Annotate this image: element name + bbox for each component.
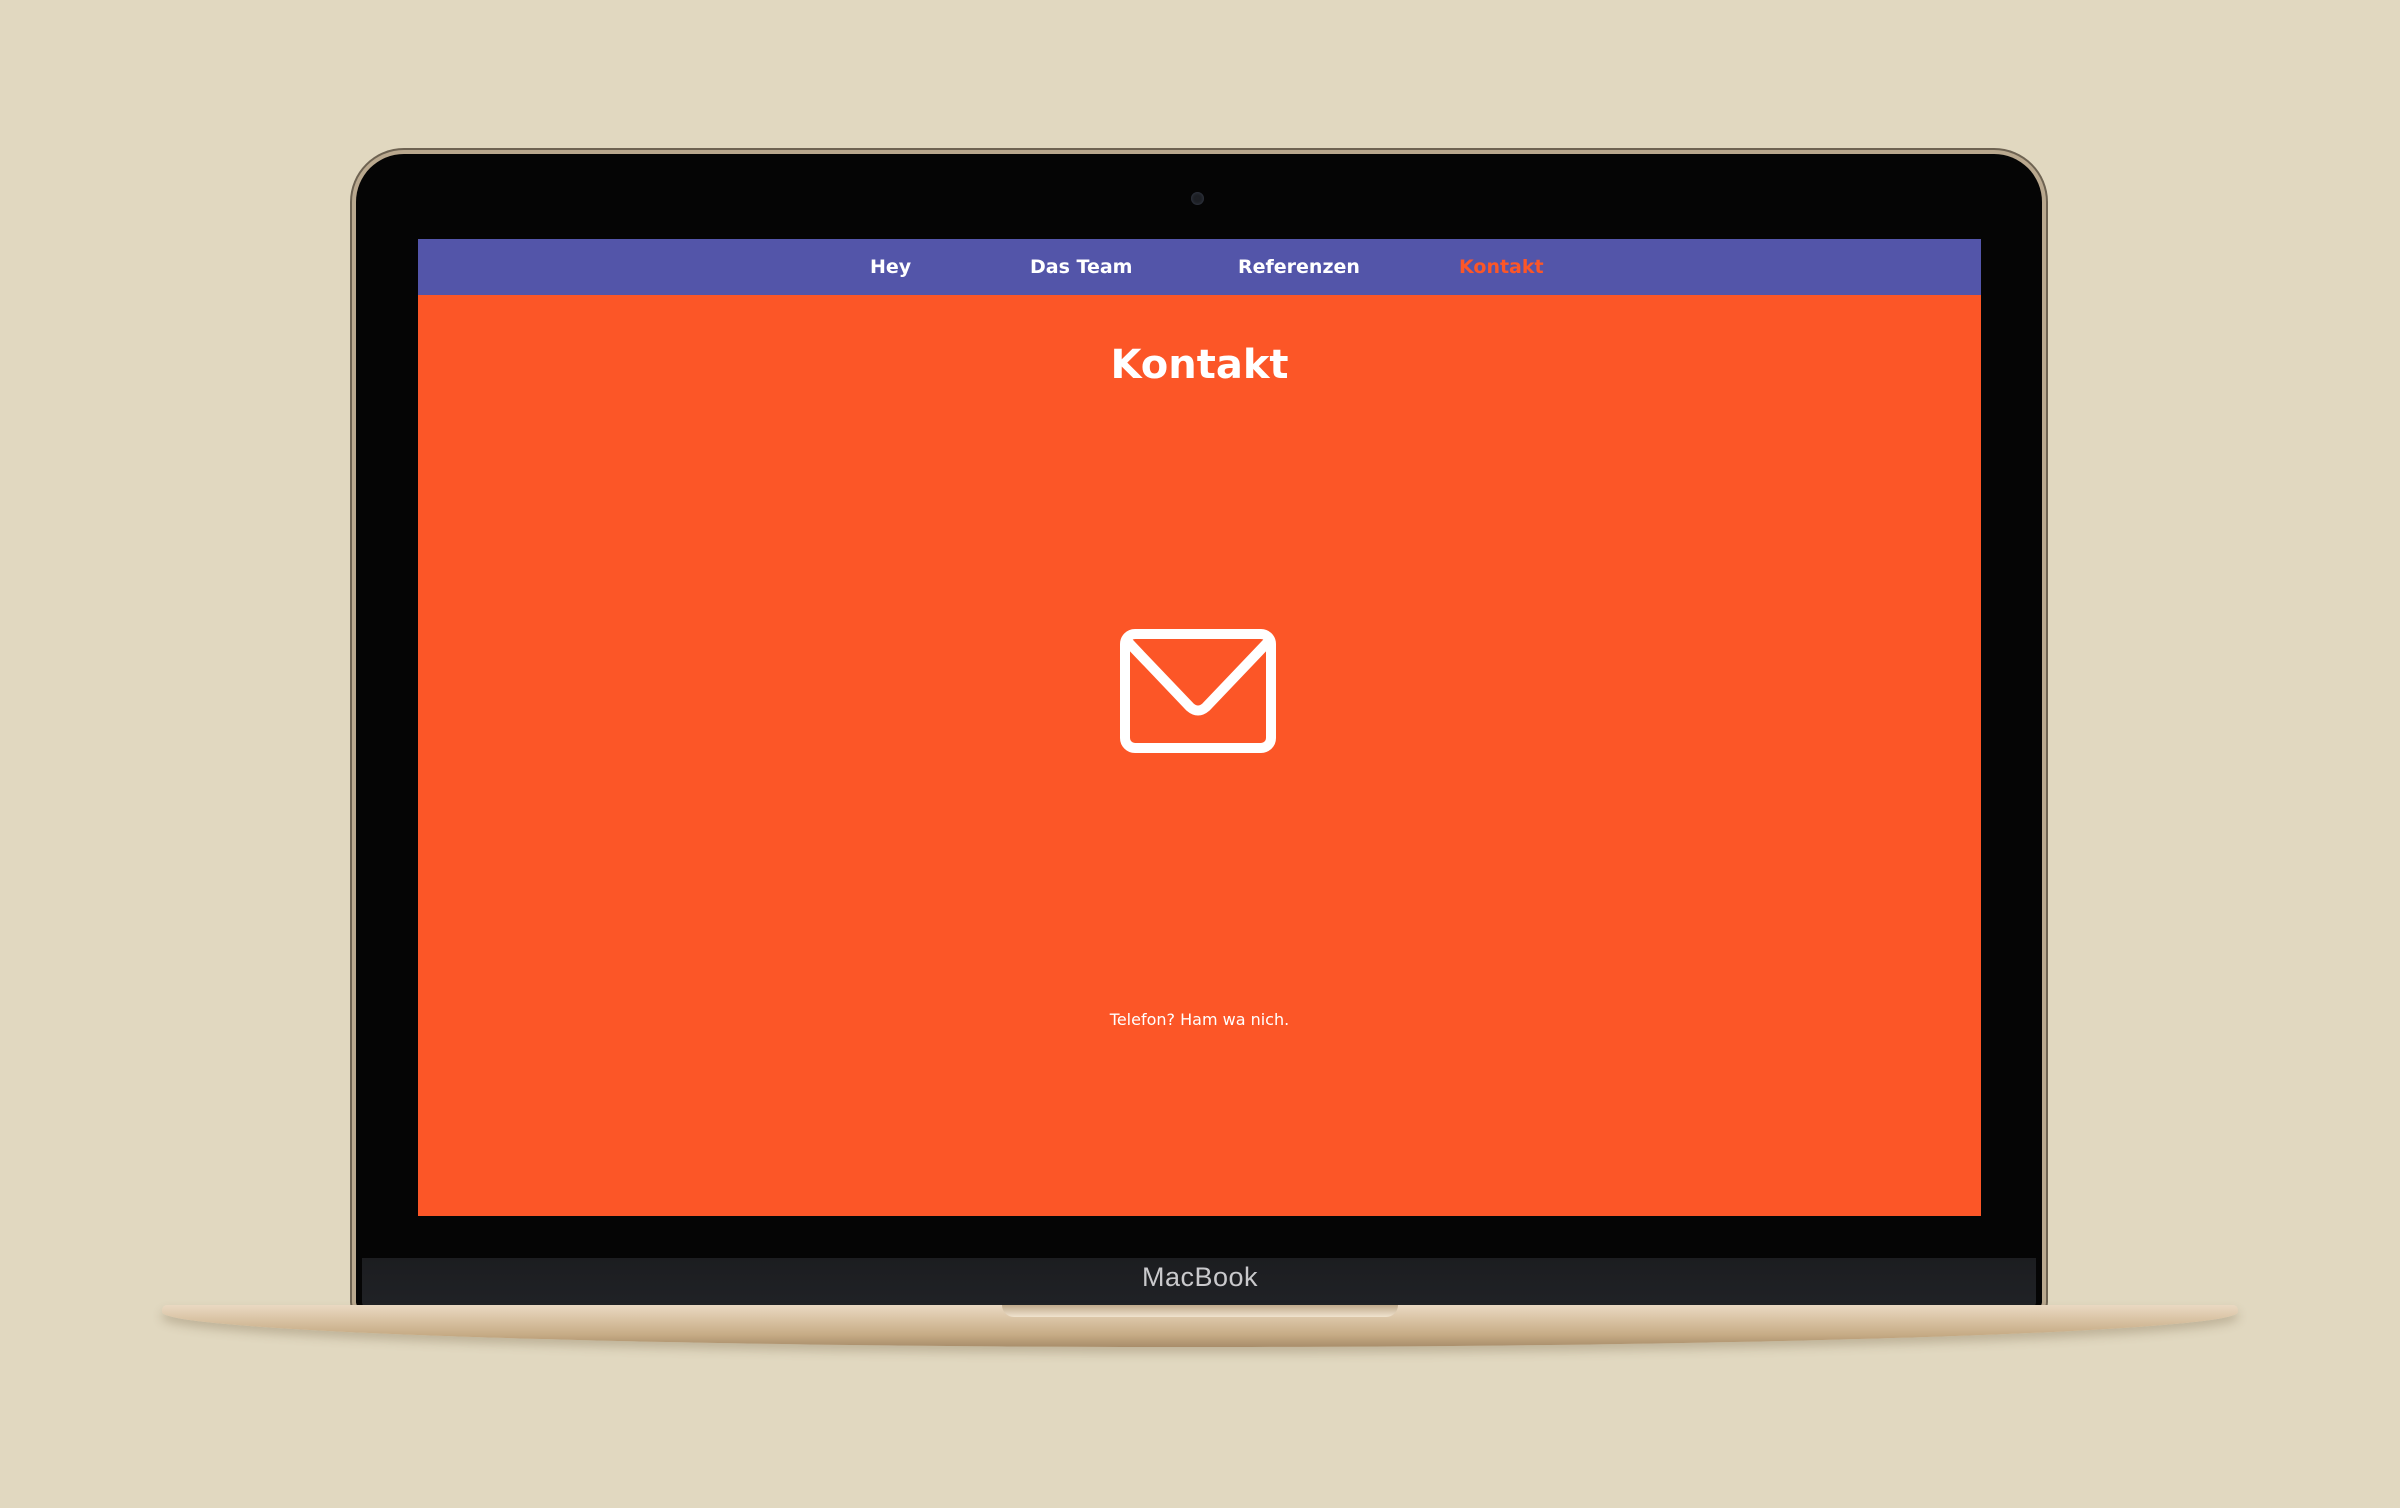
nav-item-kontakt[interactable]: Kontakt: [1459, 252, 1544, 282]
laptop-opening-notch: [1002, 1305, 1398, 1317]
email-link[interactable]: [1120, 629, 1276, 753]
website-screen: Hey Das Team Referenzen Kontakt Kontakt …: [418, 239, 1981, 1216]
phone-note: Telefon? Ham wa nich.: [1109, 1010, 1290, 1029]
nav-item-das-team[interactable]: Das Team: [1030, 252, 1132, 282]
page-title: Kontakt: [1110, 341, 1289, 388]
device-brand-label: MacBook: [1141, 1262, 1259, 1292]
nav-item-referenzen[interactable]: Referenzen: [1238, 252, 1360, 282]
nav-item-hey[interactable]: Hey: [870, 252, 911, 282]
camera-icon: [1191, 192, 1204, 205]
top-navigation: Hey Das Team Referenzen Kontakt: [418, 239, 1981, 295]
mockup-stage: MacBook Hey Das Team Referenzen Kontakt …: [0, 0, 2400, 1508]
envelope-icon: [1120, 629, 1276, 753]
